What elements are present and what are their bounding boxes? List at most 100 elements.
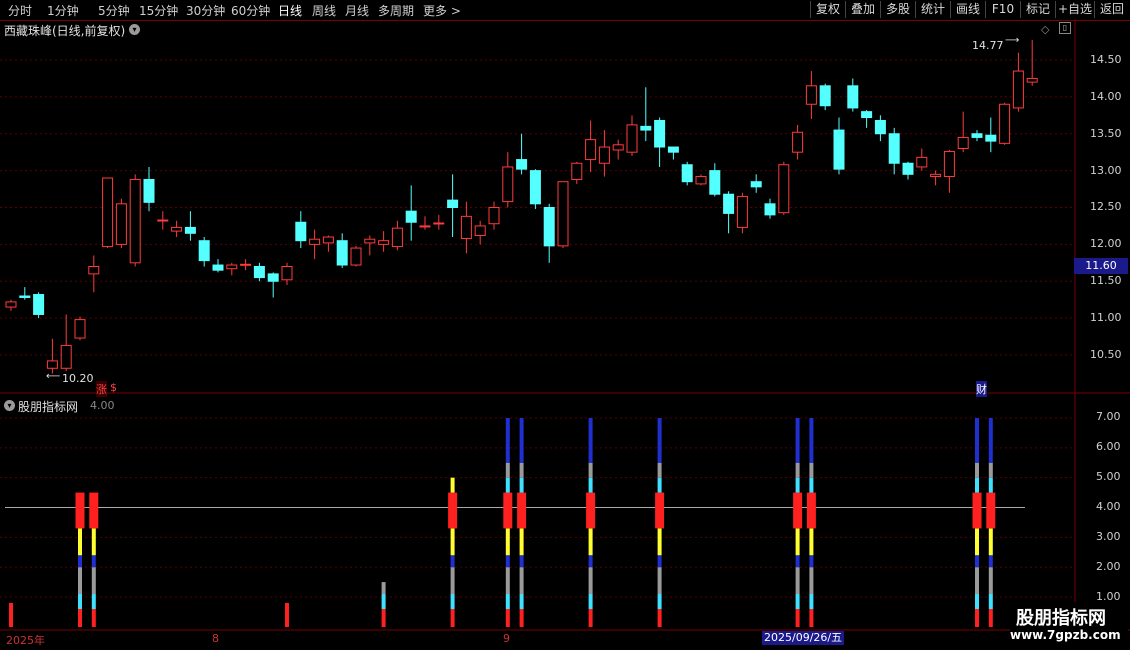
- indicator-bar-segment: [806, 492, 816, 529]
- price-tick: 12.50: [1090, 200, 1122, 213]
- candle-body: [157, 219, 169, 222]
- indicator-tick: 6.00: [1096, 440, 1121, 453]
- price-tick: 14.50: [1090, 53, 1122, 66]
- indicator-bar-segment: [9, 603, 13, 627]
- candle-body: [805, 85, 817, 105]
- candle-body: [750, 181, 762, 188]
- indicator-bar-segment: [588, 567, 593, 595]
- candle-body: [985, 134, 997, 142]
- indicator-bar-segment: [657, 528, 662, 556]
- indicator-bar-segment: [975, 594, 979, 609]
- indicator-bar-segment: [795, 462, 800, 478]
- indicator-tick: 3.00: [1096, 530, 1121, 543]
- indicator-bar-segment: [975, 418, 979, 463]
- candle-body: [129, 178, 141, 264]
- indicator-bar-segment: [75, 492, 85, 529]
- candle-body: [253, 266, 265, 279]
- indicator-bar-segment: [450, 528, 455, 556]
- indicator-bar-segment: [586, 492, 596, 529]
- indicator-bar-segment: [588, 462, 593, 478]
- indicator-bar-segment: [450, 477, 455, 493]
- candle-body: [226, 264, 238, 270]
- candle-body: [847, 85, 859, 109]
- indicator-bar-segment: [505, 555, 510, 568]
- candle-body: [1012, 70, 1024, 109]
- window-toggle-icon[interactable]: ▯: [1059, 22, 1071, 34]
- indicator-bar-segment: [988, 528, 993, 556]
- chevron-down-icon[interactable]: ▾: [4, 400, 15, 411]
- candle-body: [529, 170, 541, 205]
- indicator-bar-segment: [657, 555, 662, 568]
- candle-body: [571, 162, 583, 180]
- indicator-bar-segment: [975, 528, 979, 556]
- indicator-bar-segment: [505, 567, 510, 595]
- candle-body: [902, 162, 914, 175]
- candle-body: [212, 264, 224, 271]
- price-tick: 13.50: [1090, 127, 1122, 140]
- candle-body: [516, 159, 528, 170]
- candle-body: [654, 119, 666, 148]
- indicator-bar-segment: [657, 477, 662, 493]
- indicator-bar-segment: [588, 609, 593, 627]
- price-tick: 13.00: [1090, 164, 1122, 177]
- indicator-bar-segment: [519, 462, 524, 478]
- candle-body: [102, 177, 114, 248]
- candle-body: [999, 103, 1011, 144]
- indicator-bar-segment: [505, 462, 510, 478]
- watermark-url: www.7gpzb.com: [1010, 628, 1121, 642]
- indicator-bar-segment: [657, 462, 662, 478]
- candle-body: [723, 193, 735, 214]
- indicator-bar-segment: [809, 528, 814, 556]
- indicator-bar-segment: [657, 594, 662, 609]
- indicator-bar-segment: [975, 477, 979, 493]
- indicator-bar-segment: [78, 594, 82, 609]
- indicator-bar-segment: [975, 567, 979, 595]
- indicator-bar-segment: [78, 609, 82, 627]
- indicator-bar-segment: [988, 418, 993, 463]
- indicator-bar-segment: [988, 555, 993, 568]
- price-tick: 10.50: [1090, 348, 1122, 361]
- dollar-icon[interactable]: $: [110, 381, 117, 394]
- candle-body: [943, 150, 955, 178]
- indicator-bar-segment: [988, 609, 993, 627]
- candle-body: [612, 144, 624, 151]
- price-tick: 11.50: [1090, 274, 1122, 287]
- indicator-tick: 4.00: [1096, 500, 1121, 513]
- indicator-bar-segment: [795, 555, 800, 568]
- candle-body: [115, 203, 127, 245]
- candle-body: [184, 226, 196, 234]
- indicator-bar-segment: [505, 528, 510, 556]
- date-label-sep: 9: [503, 632, 510, 645]
- candle-body: [5, 301, 17, 308]
- indicator-bar-segment: [505, 609, 510, 627]
- candle-body: [930, 173, 942, 178]
- candle-body: [391, 227, 403, 248]
- candle-body: [474, 225, 486, 237]
- indicator-bar-segment: [91, 609, 96, 627]
- candle-body: [171, 226, 183, 232]
- indicator-bar-segment: [655, 492, 665, 529]
- diamond-icon[interactable]: ◇: [1041, 23, 1049, 36]
- candle-body: [419, 225, 431, 228]
- candle-body: [240, 263, 252, 266]
- candle-body: [695, 176, 707, 185]
- price-tick: 14.00: [1090, 90, 1122, 103]
- low-arrow-icon: ⟵: [46, 371, 61, 382]
- zhangting-marker[interactable]: 涨: [96, 381, 107, 397]
- indicator-bar-segment: [519, 477, 524, 493]
- candle-body: [281, 266, 293, 281]
- stock-title: 西藏珠峰(日线,前复权): [4, 24, 126, 38]
- indicator-bar-segment: [588, 528, 593, 556]
- indicator-bar-segment: [793, 492, 803, 529]
- indicator-title[interactable]: 股朋指标网: [18, 398, 78, 415]
- chevron-down-icon[interactable]: ▾: [129, 24, 140, 35]
- indicator-bar-segment: [505, 418, 510, 463]
- candle-body: [502, 166, 514, 203]
- indicator-bar-segment: [795, 567, 800, 595]
- candle-body: [364, 238, 376, 244]
- candle-body: [405, 210, 417, 223]
- candle-body: [543, 207, 555, 247]
- indicator-bar-segment: [795, 528, 800, 556]
- candle-body: [295, 221, 307, 242]
- finance-marker[interactable]: 财: [976, 381, 987, 397]
